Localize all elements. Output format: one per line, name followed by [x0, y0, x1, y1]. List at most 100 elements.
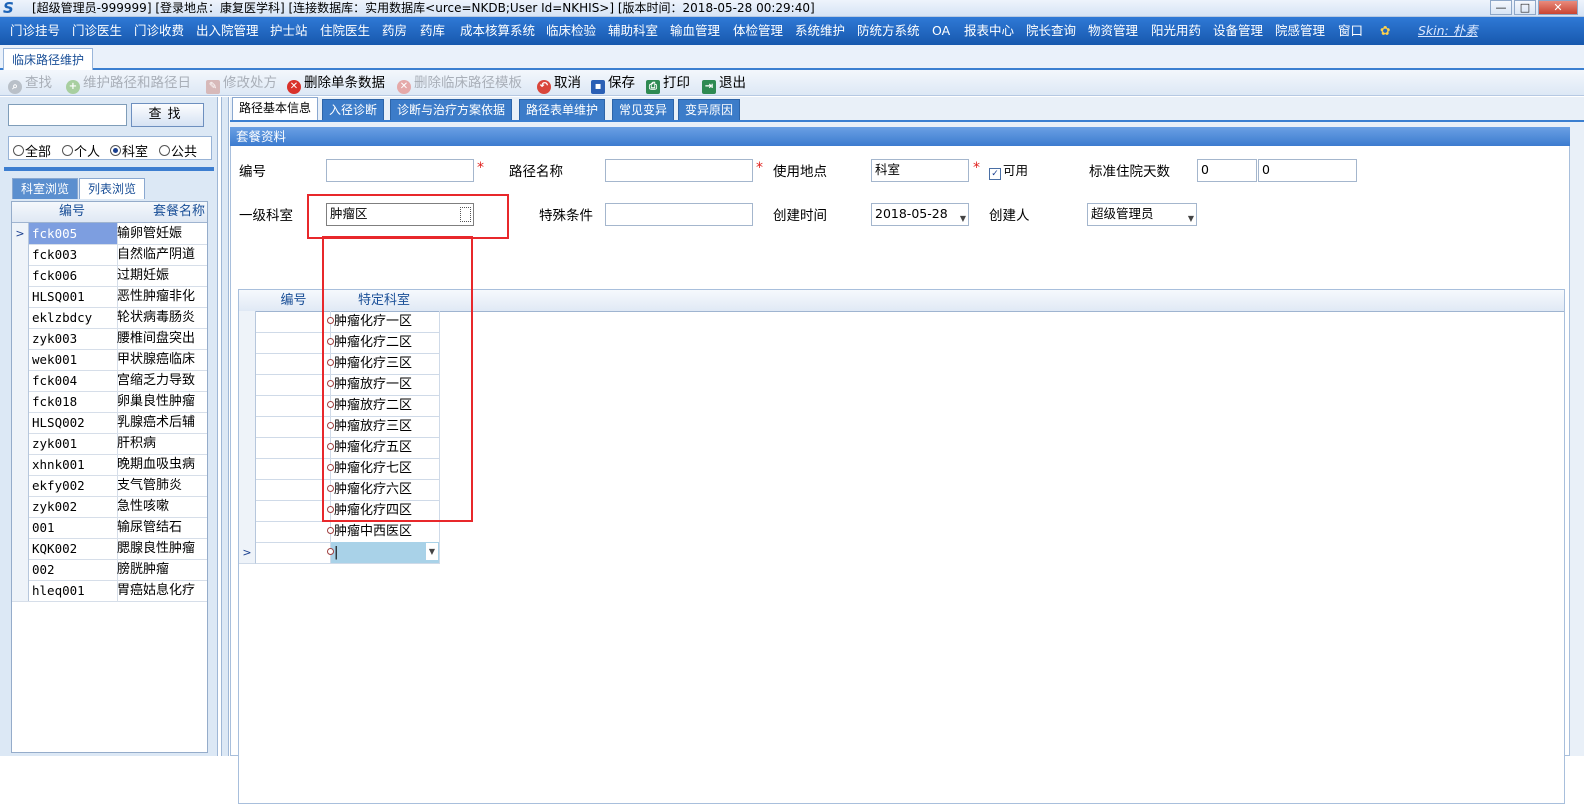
table-row[interactable]: KQK002 腮腺良性肿瘤	[12, 538, 207, 560]
table-row[interactable]: HLSQ002 乳腺癌术后辅	[12, 412, 207, 434]
table-row[interactable]: fck018 卵巢良性肿瘤	[12, 391, 207, 413]
tab-basic-info[interactable]: 路径基本信息	[232, 97, 319, 121]
close-button[interactable]: ✕	[1538, 0, 1578, 15]
row-code[interactable]	[256, 500, 331, 522]
print-button[interactable]: ⎙ 打印	[646, 73, 690, 94]
row-code[interactable]	[256, 542, 331, 564]
exit-button[interactable]: ⇥ 退出	[702, 73, 746, 94]
table-row[interactable]: 肿瘤化疗六区	[239, 479, 467, 501]
skin-link[interactable]: Skin: 朴素	[1418, 17, 1478, 45]
radio-personal[interactable]: 个人	[62, 141, 100, 160]
radio-public[interactable]: 公共	[159, 141, 197, 160]
tab-common-variation[interactable]: 常见变异	[612, 99, 675, 121]
menu-item[interactable]: 住院医生	[320, 17, 370, 45]
row-code[interactable]	[256, 416, 331, 438]
first-level-dept-field[interactable]: 肿瘤区	[326, 203, 474, 226]
table-row[interactable]: 肿瘤化疗五区	[239, 437, 467, 459]
skin-icon[interactable]: ✿	[1380, 17, 1390, 45]
table-row[interactable]: zyk003 腰椎间盘突出	[12, 328, 207, 350]
menu-item[interactable]: 辅助科室	[608, 17, 658, 45]
menu-item[interactable]: 门诊挂号	[10, 17, 60, 45]
table-row[interactable]: 肿瘤中西医区	[239, 521, 467, 543]
tab-list-browse[interactable]: 列表浏览	[79, 178, 146, 199]
menu-item[interactable]: 设备管理	[1213, 17, 1263, 45]
table-row[interactable]: fck004 宫缩乏力导致	[12, 370, 207, 392]
menu-item[interactable]: 院感管理	[1275, 17, 1325, 45]
table-row[interactable]: zyk002 急性咳嗽	[12, 496, 207, 518]
maximize-button[interactable]: □	[1514, 0, 1536, 15]
enabled-checkbox[interactable]: ✓ 可用	[989, 160, 1028, 180]
menu-item[interactable]: OA	[932, 17, 950, 45]
table-row[interactable]: zyk001 肝积病	[12, 433, 207, 455]
table-row[interactable]: fck003 自然临产阴道	[12, 244, 207, 266]
row-code[interactable]	[256, 311, 331, 333]
table-row[interactable]: 肿瘤化疗二区	[239, 332, 467, 354]
table-row[interactable]: fck006 过期妊娠	[12, 265, 207, 287]
row-code[interactable]	[256, 395, 331, 417]
menu-item[interactable]: 门诊收费	[134, 17, 184, 45]
chevron-down-icon[interactable]: ▼	[426, 543, 438, 560]
tab-clinical-path[interactable]: 临床路径维护	[3, 48, 94, 70]
table-row[interactable]: 肿瘤化疗七区	[239, 458, 467, 480]
horizontal-splitter[interactable]	[4, 167, 214, 171]
new-row[interactable]: > | ▼	[239, 542, 467, 564]
menu-item[interactable]: 体检管理	[733, 17, 783, 45]
menu-item[interactable]: 成本核算系统	[460, 17, 535, 45]
table-row[interactable]: 肿瘤放疗一区	[239, 374, 467, 396]
created-time-picker[interactable]: 2018-05-28 ▼	[871, 203, 969, 226]
menu-item[interactable]: 窗口	[1338, 17, 1363, 45]
row-specific-dept[interactable]: 肿瘤化疗三区	[327, 353, 440, 375]
table-row[interactable]: eklzbdcy 轮状病毒肠炎	[12, 307, 207, 329]
creator-select[interactable]: 超级管理员 ▼	[1087, 203, 1197, 226]
menu-item[interactable]: 物资管理	[1088, 17, 1138, 45]
table-row[interactable]: hleq001 胃癌姑息化疗	[12, 580, 207, 602]
table-row[interactable]: xhnk001 晚期血吸虫病	[12, 454, 207, 476]
radio-all[interactable]: 全部	[13, 141, 51, 160]
std-days-max-field[interactable]: 0	[1258, 159, 1357, 182]
maintain-path-button[interactable]: + 维护路径和路径日	[66, 73, 191, 94]
column-header-code[interactable]: 编号	[29, 202, 116, 223]
special-condition-field[interactable]	[605, 203, 753, 226]
row-code[interactable]	[256, 458, 331, 480]
menu-item[interactable]: 系统维护	[795, 17, 845, 45]
table-row[interactable]: HLSQ001 恶性肿瘤非化	[12, 286, 207, 308]
location-field[interactable]: 科室	[871, 159, 969, 182]
row-specific-dept[interactable]: 肿瘤化疗二区	[327, 332, 440, 354]
tab-dept-browse[interactable]: 科室浏览	[12, 178, 79, 199]
row-code[interactable]	[256, 521, 331, 543]
table-row[interactable]: ekfy002 支气管肺炎	[12, 475, 207, 497]
menu-item[interactable]: 临床检验	[546, 17, 596, 45]
search-button[interactable]: 查找	[131, 103, 204, 127]
row-code[interactable]	[256, 353, 331, 375]
menu-item[interactable]: 防统方系统	[857, 17, 920, 45]
search-input[interactable]	[8, 104, 127, 126]
tab-entry-diagnosis[interactable]: 入径诊断	[322, 99, 385, 121]
modify-prescription-button[interactable]: ✎ 修改处方	[206, 73, 277, 94]
row-specific-dept[interactable]: 肿瘤放疗一区	[327, 374, 440, 396]
table-row[interactable]: 肿瘤放疗二区	[239, 395, 467, 417]
table-row[interactable]: 肿瘤化疗一区	[239, 311, 467, 333]
column-header-code[interactable]: 编号	[256, 290, 332, 312]
row-specific-dept[interactable]: 肿瘤放疗二区	[327, 395, 440, 417]
vertical-splitter[interactable]	[221, 97, 229, 756]
column-header-name[interactable]: 套餐名称	[115, 202, 207, 223]
table-row[interactable]: 002 膀胱肿瘤	[12, 559, 207, 581]
row-code[interactable]	[256, 479, 331, 501]
row-specific-dept[interactable]: 肿瘤化疗六区	[327, 479, 440, 501]
code-field[interactable]	[326, 159, 474, 182]
tab-treatment-basis[interactable]: 诊断与治疗方案依据	[390, 99, 513, 121]
menu-item[interactable]: 院长查询	[1026, 17, 1076, 45]
row-specific-dept[interactable]: 肿瘤化疗七区	[327, 458, 440, 480]
menu-item[interactable]: 出入院管理	[196, 17, 259, 45]
row-specific-dept[interactable]: 肿瘤化疗一区	[327, 311, 440, 333]
row-specific-dept[interactable]: 肿瘤化疗五区	[327, 437, 440, 459]
table-row[interactable]: 001 输尿管结石	[12, 517, 207, 539]
path-name-field[interactable]	[605, 159, 753, 182]
minimize-button[interactable]: —	[1490, 0, 1512, 15]
row-code[interactable]	[256, 437, 331, 459]
menu-item[interactable]: 药房	[382, 17, 407, 45]
menu-item[interactable]: 药库	[420, 17, 445, 45]
table-row[interactable]: 肿瘤化疗三区	[239, 353, 467, 375]
column-header-specific-dept[interactable]: 特定科室	[331, 290, 438, 312]
table-row[interactable]: wek001 甲状腺癌临床	[12, 349, 207, 371]
